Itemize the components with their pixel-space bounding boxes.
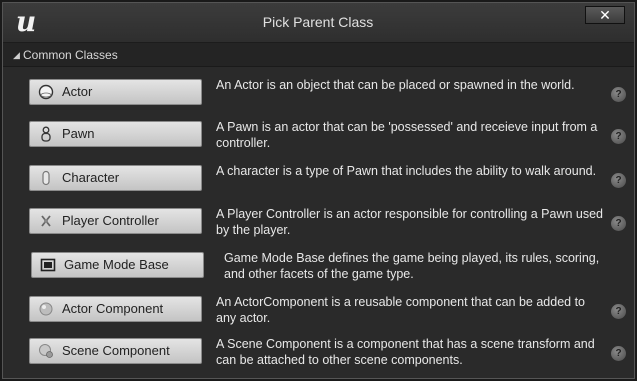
pawn-description: A Pawn is an actor that can be 'possesse… — [216, 120, 598, 150]
class-row-character: Character A character is a type of Pawn … — [3, 161, 634, 201]
scene-component-icon — [39, 344, 53, 358]
question-circle-icon[interactable]: ? — [611, 129, 626, 144]
class-row-game-mode-base: Game Mode Base Game Mode Base defines th… — [3, 248, 634, 288]
component-icon — [39, 302, 53, 316]
pawn-button-label: Pawn — [62, 126, 95, 141]
actor-button-label: Actor — [62, 84, 93, 99]
class-row-pawn: Pawn A Pawn is an actor that can be 'pos… — [3, 117, 634, 157]
controller-icon — [41, 215, 51, 227]
character-description: A character is a type of Pawn that inclu… — [216, 164, 597, 178]
game-mode-base-button-label: Game Mode Base — [64, 257, 169, 272]
class-row-actor: Actor An Actor is an object that can be … — [3, 75, 634, 115]
game-mode-base-button[interactable]: Game Mode Base — [31, 252, 204, 278]
question-circle-icon[interactable]: ? — [611, 304, 626, 319]
player-controller-description: A Player Controller is an actor responsi… — [216, 207, 604, 237]
pawn-figure-icon — [41, 126, 51, 142]
question-circle-icon[interactable]: ? — [611, 216, 626, 231]
pawn-button[interactable]: Pawn — [29, 121, 202, 147]
section-label: Common Classes — [23, 48, 118, 62]
player-controller-button[interactable]: Player Controller — [29, 208, 202, 234]
character-button-label: Character — [62, 170, 120, 185]
capsule-icon — [42, 170, 50, 186]
scene-component-description: A Scene Component is a component that ha… — [216, 337, 595, 367]
unreal-logo-icon: u — [15, 5, 37, 38]
actor-component-button-label: Actor Component — [62, 301, 164, 316]
actor-component-button[interactable]: Actor Component — [29, 296, 202, 322]
title-bar[interactable]: u Pick Parent Class ✕ — [3, 3, 634, 43]
question-circle-icon[interactable]: ? — [611, 87, 626, 102]
game-mode-base-description: Game Mode Base defines the game being pl… — [224, 251, 600, 281]
class-row-scene-component: Scene Component A Scene Component is a c… — [3, 334, 634, 374]
actor-description: An Actor is an object that can be placed… — [216, 78, 575, 92]
sphere-icon — [38, 84, 54, 100]
triangle-down-icon: ◢ — [13, 50, 20, 60]
actor-button[interactable]: Actor — [29, 79, 202, 105]
scene-component-button-label: Scene Component — [62, 343, 170, 358]
class-row-actor-component: Actor Component An ActorComponent is a r… — [3, 292, 634, 332]
game-mode-icon — [40, 258, 56, 272]
question-circle-icon[interactable]: ? — [611, 173, 626, 188]
common-classes-header[interactable]: ◢ Common Classes — [3, 43, 634, 67]
pick-parent-class-dialog: u Pick Parent Class ✕ ◢ Common Classes A… — [2, 2, 635, 379]
actor-component-description: An ActorComponent is a reusable componen… — [216, 295, 585, 325]
dialog-title: Pick Parent Class — [262, 14, 374, 30]
question-circle-icon[interactable]: ? — [611, 346, 626, 361]
class-row-player-controller: Player Controller A Player Controller is… — [3, 204, 634, 244]
player-controller-button-label: Player Controller — [62, 213, 159, 228]
scene-component-button[interactable]: Scene Component — [29, 338, 202, 364]
character-button[interactable]: Character — [29, 165, 202, 191]
close-button[interactable]: ✕ — [585, 6, 625, 24]
